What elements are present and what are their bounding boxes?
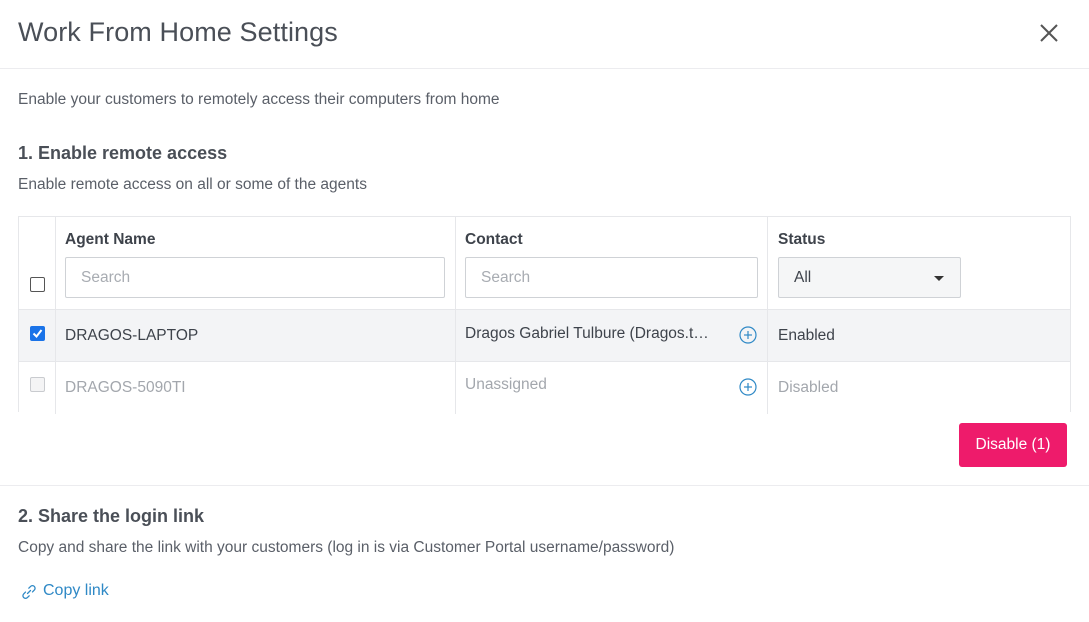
column-divider xyxy=(55,217,56,309)
column-divider xyxy=(455,217,456,309)
section-1-title: 1. Enable remote access xyxy=(18,143,228,163)
column-divider xyxy=(455,362,456,414)
contact-cell: Dragos Gabriel Tulbure (Dragos.t… xyxy=(465,325,709,342)
checkmark-icon xyxy=(32,329,43,339)
status-filter-select[interactable]: All xyxy=(778,257,961,298)
section-divider xyxy=(0,485,1089,486)
agent-name-cell: DRAGOS-LAPTOP xyxy=(65,327,199,344)
chevron-down-icon xyxy=(934,276,944,281)
table-row[interactable]: DRAGOS-LAPTOP Dragos Gabriel Tulbure (Dr… xyxy=(19,309,1070,362)
row-checkbox[interactable] xyxy=(30,326,45,341)
column-header-status: Status xyxy=(778,231,826,248)
close-icon xyxy=(1040,24,1058,42)
column-header-contact: Contact xyxy=(465,231,523,248)
agent-name-cell: DRAGOS-5090TI xyxy=(65,379,186,396)
table-row[interactable]: DRAGOS-5090TI Unassigned Disabled xyxy=(19,361,1070,414)
column-divider xyxy=(767,362,768,414)
contact-search-input[interactable] xyxy=(465,257,758,298)
close-button[interactable] xyxy=(1037,21,1061,45)
section-2-description: Copy and share the link with your custom… xyxy=(18,539,675,556)
dialog-title: Work From Home Settings xyxy=(18,17,338,47)
dialog-header: Work From Home Settings xyxy=(0,0,1089,69)
intro-text: Enable your customers to remotely access… xyxy=(18,91,500,108)
column-divider xyxy=(55,310,56,362)
disable-button[interactable]: Disable (1) xyxy=(959,423,1067,467)
column-header-agent-name: Agent Name xyxy=(65,231,156,248)
section-1-description: Enable remote access on all or some of t… xyxy=(18,176,367,193)
work-from-home-dialog: Work From Home Settings Enable your cust… xyxy=(0,0,1089,622)
select-all-checkbox[interactable] xyxy=(30,277,45,292)
agent-search-input[interactable] xyxy=(65,257,445,298)
link-icon xyxy=(22,585,36,599)
status-filter-value: All xyxy=(794,269,812,286)
column-divider xyxy=(767,310,768,362)
plus-circle-icon[interactable] xyxy=(739,378,757,396)
section-2-title: 2. Share the login link xyxy=(18,506,205,526)
status-cell: Disabled xyxy=(778,379,839,396)
column-divider xyxy=(455,310,456,362)
column-divider xyxy=(767,217,768,309)
row-checkbox[interactable] xyxy=(30,377,45,392)
copy-link-label: Copy link xyxy=(43,582,109,599)
status-cell: Enabled xyxy=(778,327,835,344)
plus-circle-icon[interactable] xyxy=(739,326,757,344)
column-divider xyxy=(55,362,56,414)
contact-cell: Unassigned xyxy=(465,376,547,393)
agents-table: Agent Name Contact Status All DRAGOS-LAP… xyxy=(18,216,1071,414)
